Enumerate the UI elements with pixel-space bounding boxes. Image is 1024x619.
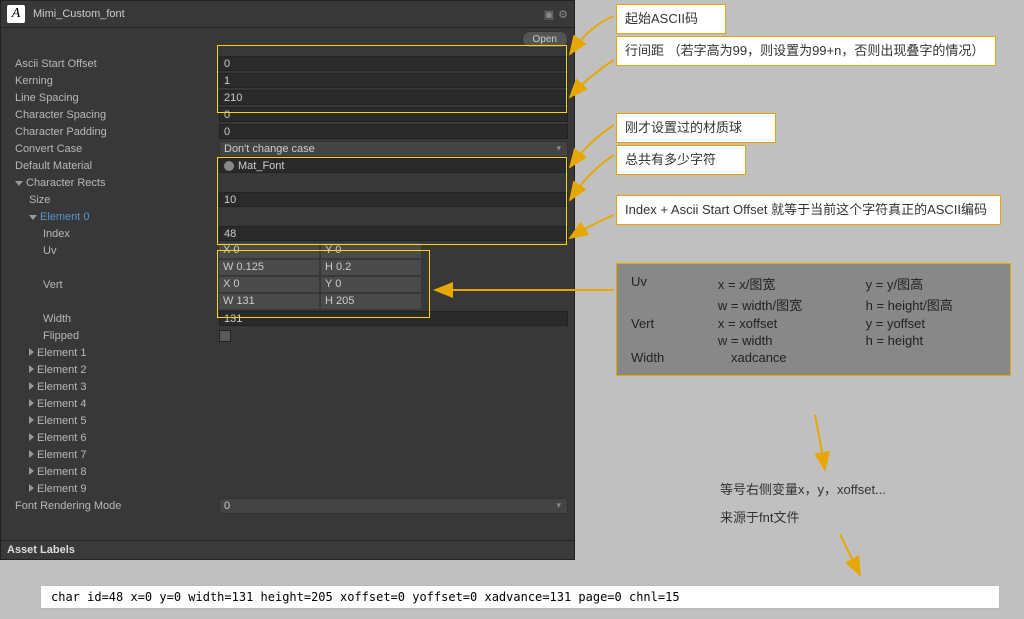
- vert-x-field[interactable]: X 0: [219, 277, 319, 292]
- note-var-source: 等号右侧变量x，y，xoffset...: [720, 480, 886, 501]
- width-field[interactable]: [219, 311, 568, 326]
- kerning-field[interactable]: [219, 73, 568, 88]
- char-spacing-field[interactable]: [219, 107, 568, 122]
- asset-title: Mimi_Custom_font: [33, 8, 544, 20]
- label-element0[interactable]: Element 0: [40, 211, 90, 223]
- foldout-icon[interactable]: [29, 399, 34, 407]
- label-default-material: Default Material: [7, 160, 219, 172]
- size-field[interactable]: [219, 192, 568, 207]
- font-asset-icon: A: [7, 5, 25, 23]
- material-name: Mat_Font: [238, 160, 284, 172]
- label-line-spacing: Line Spacing: [7, 92, 219, 104]
- label-convert-case: Convert Case: [7, 143, 219, 155]
- foldout-icon[interactable]: [29, 348, 34, 356]
- label-render-mode: Font Rendering Mode: [7, 500, 219, 512]
- vert-h-field[interactable]: H 205: [321, 294, 421, 309]
- line-spacing-field[interactable]: [219, 90, 568, 105]
- note-fnt-file: 来源于fnt文件: [720, 508, 799, 529]
- label-char-spacing: Character Spacing: [7, 109, 219, 121]
- label-size: Size: [7, 194, 219, 206]
- label-element[interactable]: Element 9: [37, 483, 87, 495]
- open-button[interactable]: Open: [522, 31, 568, 48]
- flipped-checkbox[interactable]: [219, 330, 231, 342]
- label-element[interactable]: Element 6: [37, 432, 87, 444]
- foldout-icon[interactable]: [29, 467, 34, 475]
- label-element[interactable]: Element 5: [37, 415, 87, 427]
- inspector-panel: A Mimi_Custom_font ▣ ⚙ Open Ascii Start …: [0, 0, 575, 560]
- render-mode-dropdown[interactable]: 0: [219, 498, 568, 514]
- annotation-index: Index + Ascii Start Offset 就等于当前这个字符真正的A…: [616, 195, 1001, 225]
- vert-w-field[interactable]: W 131: [219, 294, 319, 309]
- uv-h-field[interactable]: H 0.2: [321, 260, 421, 275]
- convert-case-dropdown[interactable]: Don't change case: [219, 141, 568, 157]
- default-material-field[interactable]: Mat_Font: [219, 158, 568, 173]
- formula-width-name: Width: [631, 350, 731, 365]
- label-kerning: Kerning: [7, 75, 219, 87]
- formula-vert-name: Vert: [631, 316, 718, 331]
- foldout-icon[interactable]: [29, 433, 34, 441]
- label-element[interactable]: Element 8: [37, 466, 87, 478]
- annotation-material: 刚才设置过的材质球: [616, 113, 776, 143]
- label-char-padding: Character Padding: [7, 126, 219, 138]
- annotation-char-count: 总共有多少字符: [616, 145, 746, 175]
- foldout-icon[interactable]: [29, 450, 34, 458]
- gear-icon[interactable]: ⚙: [558, 8, 568, 21]
- inspector-header: A Mimi_Custom_font ▣ ⚙: [1, 1, 574, 28]
- label-uv: Uv: [7, 245, 219, 257]
- label-width: Width: [7, 313, 219, 325]
- char-padding-field[interactable]: [219, 124, 568, 139]
- label-element[interactable]: Element 3: [37, 381, 87, 393]
- uv-y-field[interactable]: Y 0: [321, 243, 421, 258]
- foldout-element0-icon[interactable]: [29, 215, 37, 220]
- uv-w-field[interactable]: W 0.125: [219, 260, 319, 275]
- uv-x-field[interactable]: X 0: [219, 243, 319, 258]
- index-field[interactable]: [219, 226, 568, 241]
- vert-y-field[interactable]: Y 0: [321, 277, 421, 292]
- label-char-rects[interactable]: Character Rects: [26, 177, 105, 189]
- label-ascii-start: Ascii Start Offset: [7, 58, 219, 70]
- label-element[interactable]: Element 2: [37, 364, 87, 376]
- formula-uv-name: Uv: [631, 274, 718, 293]
- fnt-file-line: char id=48 x=0 y=0 width=131 height=205 …: [40, 585, 1000, 609]
- label-element[interactable]: Element 1: [37, 347, 87, 359]
- material-icon: [224, 161, 234, 171]
- properties: Ascii Start Offset Kerning Line Spacing …: [1, 51, 574, 518]
- annotation-line-spacing: 行间距 （若字高为99，则设置为99+n，否则出现叠字的情况）: [616, 36, 996, 66]
- asset-labels-section: Asset Labels: [1, 540, 574, 559]
- foldout-icon[interactable]: [29, 416, 34, 424]
- label-vert: Vert: [7, 279, 219, 291]
- label-element[interactable]: Element 4: [37, 398, 87, 410]
- foldout-icon[interactable]: [29, 365, 34, 373]
- foldout-icon[interactable]: [29, 484, 34, 492]
- label-element[interactable]: Element 7: [37, 449, 87, 461]
- annotation-ascii: 起始ASCII码: [616, 4, 726, 34]
- label-flipped: Flipped: [7, 330, 219, 342]
- formula-box: Uvx = x/图宽y = y/图高 w = width/图宽h = heigh…: [616, 263, 1011, 376]
- foldout-char-rects-icon[interactable]: [15, 181, 23, 186]
- foldout-icon[interactable]: [29, 382, 34, 390]
- ascii-start-field[interactable]: [219, 56, 568, 71]
- label-index: Index: [7, 228, 219, 240]
- help-icon[interactable]: ▣: [544, 8, 554, 21]
